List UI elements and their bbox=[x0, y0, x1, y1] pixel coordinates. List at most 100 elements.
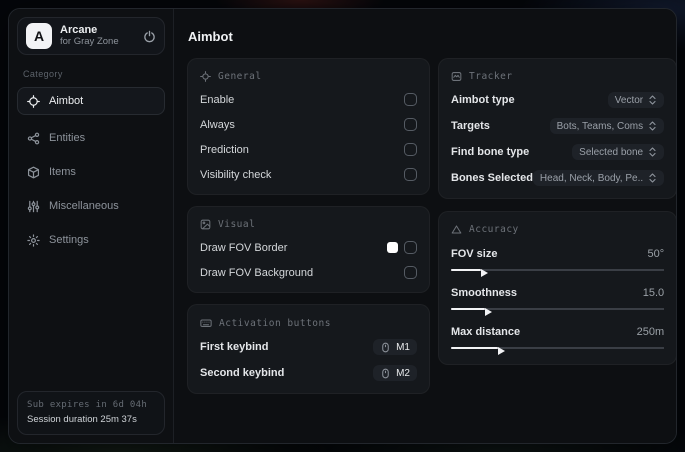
sidebar-item-label: Aimbot bbox=[49, 95, 84, 107]
always-checkbox[interactable] bbox=[404, 118, 417, 131]
setting-row-targets: Targets Bots, Teams, Coms bbox=[451, 118, 665, 134]
sidebar-item-miscellaneous[interactable]: Miscellaneous bbox=[17, 193, 165, 219]
sidebar-item-settings[interactable]: Settings bbox=[17, 227, 165, 253]
setting-label: Always bbox=[200, 118, 235, 131]
dropdown-value: Selected bone bbox=[579, 146, 644, 158]
setting-row-find-bone-type: Find bone type Selected bone bbox=[451, 144, 665, 160]
triangle-icon bbox=[451, 224, 462, 235]
slider-thumb[interactable] bbox=[497, 347, 505, 355]
accuracy-card: Accuracy FOV size 50° Smoothness 15.0 Ma… bbox=[438, 211, 676, 365]
app-subtitle: for Gray Zone bbox=[60, 35, 119, 47]
setting-row-draw-fov-background: Draw FOV Background bbox=[200, 265, 417, 280]
setting-label: Visibility check bbox=[200, 168, 272, 181]
setting-row-second-keybind: Second keybind M2 bbox=[200, 365, 417, 381]
setting-row-first-keybind: First keybind M1 bbox=[200, 339, 417, 355]
setting-label: Second keybind bbox=[200, 367, 285, 379]
keyboard-icon bbox=[200, 317, 212, 329]
targets-dropdown[interactable]: Bots, Teams, Coms bbox=[549, 118, 665, 134]
max-distance-slider[interactable] bbox=[451, 343, 665, 355]
smoothness-slider-group: Smoothness 15.0 bbox=[451, 285, 665, 316]
activation-card: Activation buttons First keybind M1 Seco… bbox=[187, 304, 430, 394]
first-keybind-button[interactable]: M1 bbox=[373, 339, 417, 355]
setting-label: Targets bbox=[451, 120, 490, 132]
fov-size-slider[interactable] bbox=[451, 265, 665, 277]
chevron-up-down-icon bbox=[648, 95, 657, 105]
slider-thumb[interactable] bbox=[480, 269, 488, 277]
category-label: Category bbox=[23, 69, 63, 79]
setting-label: Find bone type bbox=[451, 146, 530, 158]
chevron-up-down-icon bbox=[648, 173, 657, 183]
slider-value: 50° bbox=[647, 247, 665, 260]
setting-row-prediction: Prediction bbox=[200, 142, 417, 157]
tracker-card: Tracker Aimbot type Vector Targets Bots,… bbox=[438, 58, 676, 199]
draw-fov-border-checkbox[interactable] bbox=[404, 241, 417, 254]
slider-value: 15.0 bbox=[642, 286, 665, 299]
page-title: Aimbot bbox=[188, 29, 233, 44]
crosshair-icon bbox=[27, 94, 40, 108]
bones-selected-dropdown[interactable]: Head, Neck, Body, Pe.. bbox=[532, 170, 665, 186]
setting-row-enable: Enable bbox=[200, 92, 417, 107]
activation-section-title: Activation buttons bbox=[219, 317, 331, 329]
sidebar-item-label: Miscellaneous bbox=[49, 200, 119, 212]
sidebar-item-entities[interactable]: Entities bbox=[17, 125, 165, 151]
setting-label: Draw FOV Background bbox=[200, 266, 314, 279]
dropdown-value: Head, Neck, Body, Pe.. bbox=[539, 172, 644, 184]
slider-label: Max distance bbox=[451, 325, 521, 338]
aimbot-type-dropdown[interactable]: Vector bbox=[607, 92, 665, 108]
dropdown-value: Bots, Teams, Coms bbox=[556, 120, 644, 132]
sidebar-item-aimbot[interactable]: Aimbot bbox=[17, 87, 165, 115]
app-name: Arcane bbox=[60, 24, 98, 37]
setting-row-draw-fov-border: Draw FOV Border bbox=[200, 240, 417, 255]
general-crosshair-icon bbox=[200, 71, 211, 82]
sidebar-item-items[interactable]: Items bbox=[17, 159, 165, 185]
sidebar-item-label: Settings bbox=[49, 234, 89, 246]
subscription-status: Sub expires in 6d 04h Session duration 2… bbox=[17, 391, 165, 435]
setting-label: Bones Selected bbox=[451, 172, 533, 184]
mouse-icon bbox=[380, 342, 391, 353]
visibility-check-checkbox[interactable] bbox=[404, 168, 417, 181]
setting-label: Draw FOV Border bbox=[200, 241, 288, 254]
brand-header: A Arcane for Gray Zone bbox=[17, 17, 165, 55]
keybind-value: M1 bbox=[396, 341, 410, 353]
visual-section-title: Visual bbox=[218, 219, 256, 230]
session-duration-text: Session duration 25m 37s bbox=[27, 413, 137, 425]
dropdown-value: Vector bbox=[614, 94, 644, 106]
image-icon bbox=[200, 219, 211, 230]
enable-checkbox[interactable] bbox=[404, 93, 417, 106]
keybind-value: M2 bbox=[396, 367, 410, 379]
fov-border-color-swatch[interactable] bbox=[387, 242, 398, 253]
monitor-activity-icon bbox=[451, 71, 462, 82]
accuracy-section-title: Accuracy bbox=[469, 224, 519, 235]
sidebar-item-label: Entities bbox=[49, 132, 86, 144]
tracker-section-title: Tracker bbox=[469, 71, 513, 82]
app-logo: A bbox=[26, 23, 52, 49]
chevron-up-down-icon bbox=[648, 121, 657, 131]
sliders-icon bbox=[27, 200, 40, 213]
find-bone-type-dropdown[interactable]: Selected bone bbox=[572, 144, 665, 160]
smoothness-slider[interactable] bbox=[451, 304, 665, 316]
slider-label: FOV size bbox=[451, 247, 498, 260]
sidebar-item-label: Items bbox=[49, 166, 76, 178]
power-icon[interactable] bbox=[143, 30, 156, 43]
setting-row-aimbot-type: Aimbot type Vector bbox=[451, 92, 665, 108]
gear-icon bbox=[27, 233, 40, 247]
draw-fov-background-checkbox[interactable] bbox=[404, 266, 417, 279]
main-content: Aimbot General Enable Always Prediction … bbox=[174, 9, 676, 443]
prediction-checkbox[interactable] bbox=[404, 143, 417, 156]
slider-thumb[interactable] bbox=[485, 308, 493, 316]
setting-label: Aimbot type bbox=[451, 94, 515, 106]
general-card: General Enable Always Prediction Visibil… bbox=[187, 58, 430, 195]
mouse-icon bbox=[380, 368, 391, 379]
slider-label: Smoothness bbox=[451, 286, 518, 299]
brand-text: Arcane for Gray Zone bbox=[60, 24, 135, 48]
slider-value: 250m bbox=[636, 325, 665, 338]
entities-icon bbox=[27, 132, 40, 145]
second-keybind-button[interactable]: M2 bbox=[373, 365, 417, 381]
sub-expires-text: Sub expires in 6d 04h bbox=[27, 400, 148, 411]
max-distance-slider-group: Max distance 250m bbox=[451, 324, 665, 355]
setting-label: Prediction bbox=[200, 143, 249, 156]
visual-card: Visual Draw FOV Border Draw FOV Backgrou… bbox=[187, 206, 430, 293]
setting-row-bones-selected: Bones Selected Head, Neck, Body, Pe.. bbox=[451, 170, 665, 186]
fov-size-slider-group: FOV size 50° bbox=[451, 246, 665, 277]
setting-label: Enable bbox=[200, 93, 235, 106]
